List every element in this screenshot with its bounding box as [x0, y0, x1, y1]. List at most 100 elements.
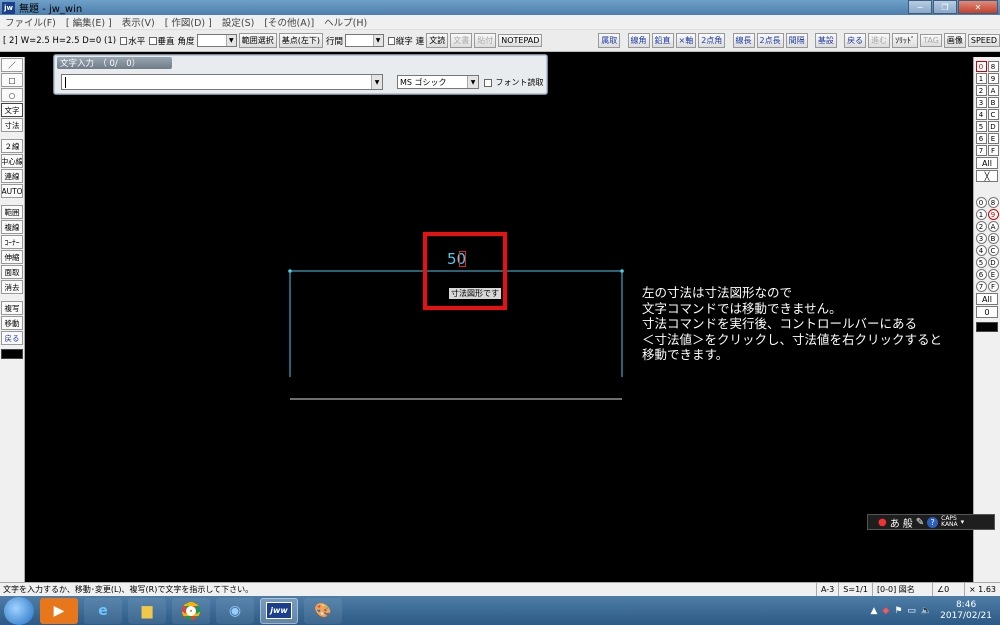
volume-icon[interactable]: 🔈: [921, 606, 932, 616]
back-button[interactable]: 戻る: [844, 33, 867, 48]
layer-group-button[interactable]: 8: [987, 61, 999, 72]
layer-button[interactable]: 5: [975, 257, 987, 268]
jw-cad-icon[interactable]: jww: [260, 597, 298, 624]
vertical-checkbox[interactable]: [149, 36, 157, 45]
layer-group-button[interactable]: A: [987, 85, 999, 96]
text-input-title[interactable]: 文字入力 （ 0/ 0）: [57, 57, 172, 69]
attr-take-button[interactable]: 属取: [598, 33, 621, 48]
text-mode[interactable]: [ 2]: [3, 36, 18, 46]
network-icon[interactable]: ▭: [907, 606, 916, 616]
move-tool[interactable]: 移動: [1, 316, 23, 330]
text-style-button[interactable]: 文読: [426, 33, 449, 48]
notepad-button[interactable]: NOTEPAD: [498, 34, 543, 47]
angle-display[interactable]: ∠0: [931, 582, 964, 597]
layer-button[interactable]: E: [987, 269, 999, 280]
layer-group-button[interactable]: 7: [975, 145, 987, 156]
layer-button[interactable]: B: [987, 233, 999, 244]
scale-display[interactable]: S=1/1: [838, 582, 872, 597]
ime-caps-icon[interactable]: CAPS KANA: [941, 516, 958, 528]
layer-group-all-button[interactable]: All: [976, 157, 998, 169]
zoom-display[interactable]: × 1.63: [963, 582, 1000, 597]
layer-button[interactable]: A: [987, 221, 999, 232]
layer-group-button[interactable]: E: [987, 133, 999, 144]
range-tool[interactable]: 範囲: [1, 205, 23, 219]
internet-explorer-icon[interactable]: e: [84, 597, 122, 624]
base-set-button[interactable]: 基設: [814, 33, 837, 48]
vertical-button[interactable]: 鉛直: [651, 33, 674, 48]
erase-tool[interactable]: 消去: [1, 280, 23, 294]
chamfer-tool[interactable]: 面取: [1, 265, 23, 279]
minimize-button[interactable]: ─: [908, 0, 932, 14]
layer-button[interactable]: D: [987, 257, 999, 268]
flag-icon[interactable]: ⚑: [894, 606, 902, 616]
line-tool[interactable]: ／: [1, 58, 23, 72]
menu-edit[interactable]: [ 編集(E) ]: [61, 15, 117, 29]
paste-button[interactable]: 貼付: [474, 33, 497, 48]
menu-view[interactable]: 表示(V): [117, 15, 160, 29]
layer-group-button[interactable]: 1: [975, 73, 987, 84]
rectangle-tool[interactable]: □: [1, 73, 23, 87]
menu-settings[interactable]: 設定(S): [217, 15, 259, 29]
two-point-length-button[interactable]: 2点長: [756, 33, 784, 48]
range-select-button[interactable]: 範囲選択: [238, 33, 277, 48]
layer-group-button[interactable]: C: [987, 109, 999, 120]
copy-tool[interactable]: 複写: [1, 301, 23, 315]
media-player-icon[interactable]: ▶: [40, 597, 78, 624]
layer-group-button[interactable]: 9: [987, 73, 999, 84]
chrome-icon[interactable]: [172, 597, 210, 624]
double-line-tool[interactable]: ２線: [1, 139, 23, 153]
tray-arrow-icon[interactable]: ▲: [870, 606, 877, 616]
tag-button[interactable]: TAG: [920, 34, 942, 47]
layer-group-button[interactable]: 2: [975, 85, 987, 96]
layer-button[interactable]: 3: [975, 233, 987, 244]
forward-button[interactable]: 進む: [868, 33, 891, 48]
text-size[interactable]: W=2.5 H=2.5 D=0 (1): [21, 36, 116, 46]
text-input-field[interactable]: ▼: [61, 74, 383, 90]
auto-tool[interactable]: AUTO: [1, 184, 23, 198]
layer-button[interactable]: 7: [975, 281, 987, 292]
layer-button[interactable]: 0: [975, 197, 987, 208]
layer-button[interactable]: 2: [975, 221, 987, 232]
ime-bar[interactable]: ● あ 般 ✎ ? CAPS KANA ▾: [867, 514, 995, 530]
x-axis-button[interactable]: ×軸: [675, 33, 697, 48]
menu-draw[interactable]: [ 作図(D) ]: [160, 15, 217, 29]
layer-group-button[interactable]: 6: [975, 133, 987, 144]
layer-button[interactable]: F: [987, 281, 999, 292]
text-write-button[interactable]: 文書: [450, 33, 473, 48]
layer-group-button[interactable]: F: [987, 145, 999, 156]
layer-button[interactable]: 8: [987, 197, 999, 208]
menu-help[interactable]: ヘルプ(H): [319, 15, 372, 29]
layer-button[interactable]: 1: [975, 209, 987, 220]
interval-button[interactable]: 間隔: [785, 33, 808, 48]
font-read-option[interactable]: フォント読取: [484, 77, 544, 88]
circle-tool[interactable]: ○: [1, 88, 23, 102]
line-angle-button[interactable]: 線角: [627, 33, 650, 48]
paint-icon[interactable]: 🎨: [304, 597, 342, 624]
image-button[interactable]: 画像: [943, 33, 966, 48]
layer-button[interactable]: 9: [987, 209, 999, 220]
layer-all-button[interactable]: All: [976, 293, 998, 305]
horizontal-checkbox[interactable]: [120, 36, 128, 45]
chevron-down-icon[interactable]: ▼: [467, 76, 478, 88]
layer-button[interactable]: C: [987, 245, 999, 256]
layer-group-button[interactable]: 0: [975, 61, 987, 72]
windows-start-icon[interactable]: [4, 596, 34, 625]
line-spacing-combo[interactable]: ▼: [345, 34, 384, 47]
menu-file[interactable]: ファイル(F): [0, 15, 61, 29]
help-icon[interactable]: ?: [927, 516, 939, 528]
offset-tool[interactable]: 複線: [1, 220, 23, 234]
layer-group-button[interactable]: D: [987, 121, 999, 132]
vertical-text-checkbox[interactable]: [387, 36, 395, 45]
layer-button[interactable]: 6: [975, 269, 987, 280]
browser-icon[interactable]: ◉: [216, 597, 254, 624]
layer-group-button[interactable]: 4: [975, 109, 987, 120]
layer-button[interactable]: 4: [975, 245, 987, 256]
corner-tool[interactable]: ｺｰﾅｰ: [1, 235, 23, 249]
menu-other[interactable]: [その他(A)]: [259, 15, 319, 29]
acrobat-icon[interactable]: ◆: [882, 606, 889, 616]
center-line-tool[interactable]: 中心線: [1, 154, 23, 168]
layer-display[interactable]: [0-0] 図名: [871, 582, 932, 597]
layer-group-button[interactable]: 3: [975, 97, 987, 108]
file-explorer-icon[interactable]: ▆: [128, 597, 166, 624]
ime-tools-icon[interactable]: ✎: [916, 517, 924, 528]
